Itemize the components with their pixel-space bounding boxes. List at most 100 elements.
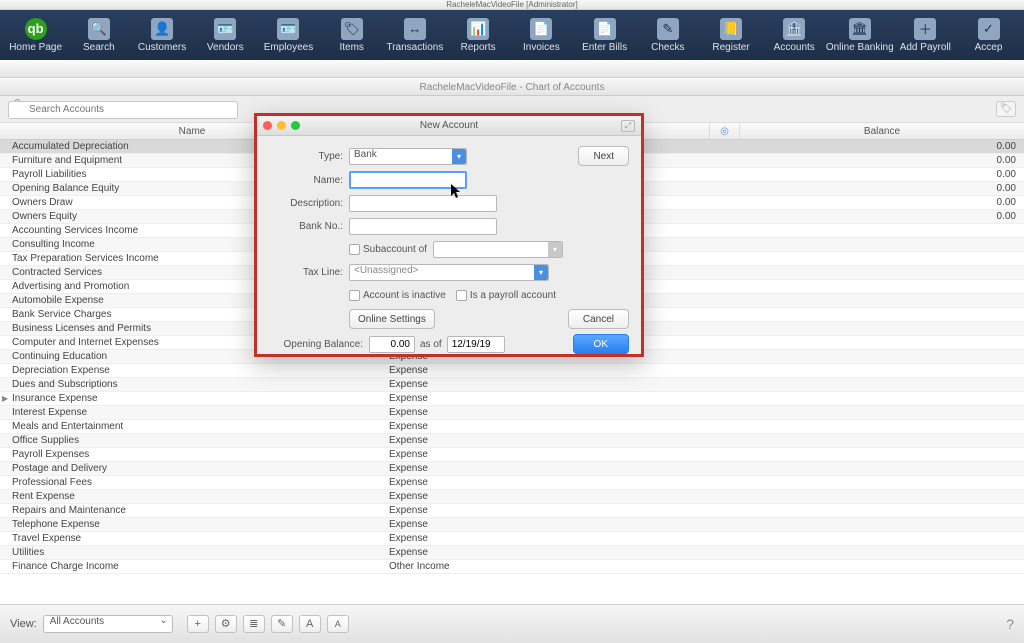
cell-type: Expense xyxy=(385,392,710,405)
cell-flag xyxy=(710,154,740,167)
cell-balance xyxy=(740,280,1024,293)
opening-balance-input[interactable] xyxy=(369,336,415,353)
toolbar-enter-bills[interactable]: 📄Enter Bills xyxy=(573,18,636,53)
table-row[interactable]: Meals and EntertainmentExpense xyxy=(0,420,1024,434)
table-row[interactable]: Professional FeesExpense xyxy=(0,476,1024,490)
col-balance-header[interactable]: Balance xyxy=(740,123,1024,139)
toolbar-reports[interactable]: 📊Reports xyxy=(447,18,510,53)
toolbar-icon: 🪪 xyxy=(277,18,299,40)
table-row[interactable]: Repairs and MaintenanceExpense xyxy=(0,504,1024,518)
cell-balance xyxy=(740,490,1024,503)
table-row[interactable]: Payroll ExpensesExpense xyxy=(0,448,1024,462)
cell-balance xyxy=(740,350,1024,363)
cell-flag xyxy=(710,196,740,209)
cell-type: Expense xyxy=(385,448,710,461)
next-button[interactable]: Next xyxy=(578,146,629,166)
toolbar-home-page[interactable]: qbHome Page xyxy=(4,18,67,53)
subaccount-select[interactable]: ▾ xyxy=(433,241,563,258)
toolbar-items[interactable]: 🏷Items xyxy=(320,18,383,53)
type-select[interactable]: Bank▾ xyxy=(349,148,467,165)
add-button[interactable]: + xyxy=(187,615,209,633)
toolbar-icon: 🪪 xyxy=(214,18,236,40)
cell-type: Other Income xyxy=(385,560,710,573)
help-icon[interactable]: ? xyxy=(1006,616,1014,632)
table-row[interactable]: Postage and DeliveryExpense xyxy=(0,462,1024,476)
table-row[interactable]: Rent ExpenseExpense xyxy=(0,490,1024,504)
view-select[interactable]: All Accounts xyxy=(43,615,173,633)
cell-type: Expense xyxy=(385,476,710,489)
toolbar-register[interactable]: 📒Register xyxy=(699,18,762,53)
toolbar-add-payroll[interactable]: ＋Add Payroll xyxy=(894,18,957,53)
list-button[interactable]: ≣ xyxy=(243,615,265,633)
table-row[interactable]: Office SuppliesExpense xyxy=(0,434,1024,448)
toolbar-employees[interactable]: 🪪Employees xyxy=(257,18,320,53)
cell-name: Office Supplies xyxy=(0,434,385,447)
cell-type: Expense xyxy=(385,434,710,447)
tag-icon[interactable]: 🏷 xyxy=(996,101,1016,117)
toolbar-label: Items xyxy=(339,42,363,53)
font-small-button[interactable]: A xyxy=(327,615,349,633)
table-row[interactable]: ▶Insurance ExpenseExpense xyxy=(0,392,1024,406)
settings-button[interactable]: ⚙ xyxy=(215,615,237,633)
cell-flag xyxy=(710,462,740,475)
cell-type: Expense xyxy=(385,420,710,433)
inactive-checkbox[interactable] xyxy=(349,290,360,301)
toolbar-icon: 👤 xyxy=(151,18,173,40)
cell-balance xyxy=(740,448,1024,461)
bankno-input[interactable] xyxy=(349,218,497,235)
table-row[interactable]: Depreciation ExpenseExpense xyxy=(0,364,1024,378)
table-row[interactable]: Finance Charge IncomeOther Income xyxy=(0,560,1024,574)
table-row[interactable]: UtilitiesExpense xyxy=(0,546,1024,560)
table-row[interactable]: Interest ExpenseExpense xyxy=(0,406,1024,420)
subaccount-checkbox[interactable] xyxy=(349,244,360,255)
cell-name: Travel Expense xyxy=(0,532,385,545)
dialog-titlebar[interactable]: New Account ⤢ xyxy=(257,116,641,136)
font-large-button[interactable]: A xyxy=(299,615,321,633)
online-settings-button[interactable]: Online Settings xyxy=(349,309,435,329)
toolbar-checks[interactable]: ✎Checks xyxy=(636,18,699,53)
cell-balance xyxy=(740,392,1024,405)
toolbar-accep[interactable]: ✓Accep xyxy=(957,18,1020,53)
cell-flag xyxy=(710,308,740,321)
toolbar-vendors[interactable]: 🪪Vendors xyxy=(194,18,257,53)
toolbar-online-banking[interactable]: 🏛 Online Banking xyxy=(826,18,894,53)
cancel-button[interactable]: Cancel xyxy=(568,309,629,329)
asof-date-input[interactable] xyxy=(447,336,505,353)
view-label: View: xyxy=(10,618,37,630)
cell-flag xyxy=(710,182,740,195)
cell-flag xyxy=(710,252,740,265)
toolbar-label: Register xyxy=(712,42,749,53)
toolbar-invoices[interactable]: 📄Invoices xyxy=(510,18,573,53)
description-label: Description: xyxy=(269,198,349,209)
table-row[interactable]: Telephone ExpenseExpense xyxy=(0,518,1024,532)
cell-balance: 0.00 xyxy=(740,140,1024,153)
toolbar-search[interactable]: 🔍Search xyxy=(67,18,130,53)
name-input[interactable] xyxy=(349,171,467,189)
ok-button[interactable]: OK xyxy=(573,334,629,354)
search-input[interactable] xyxy=(8,101,238,119)
table-row[interactable]: Dues and SubscriptionsExpense xyxy=(0,378,1024,392)
cell-type: Expense xyxy=(385,490,710,503)
cell-balance xyxy=(740,518,1024,531)
cell-type: Expense xyxy=(385,532,710,545)
cell-type: Expense xyxy=(385,406,710,419)
edit-button[interactable]: ✎ xyxy=(271,615,293,633)
payroll-checkbox[interactable] xyxy=(456,290,467,301)
toolbar-transactions[interactable]: ↔Transactions xyxy=(383,18,446,53)
cell-balance xyxy=(740,532,1024,545)
table-row[interactable]: Travel ExpenseExpense xyxy=(0,532,1024,546)
toolbar-label: Online Banking xyxy=(826,42,894,53)
toolbar-customers[interactable]: 👤Customers xyxy=(130,18,193,53)
cell-balance xyxy=(740,238,1024,251)
toolbar-icon: 🏛 xyxy=(849,18,871,40)
cell-name: Telephone Expense xyxy=(0,518,385,531)
inactive-label: Account is inactive xyxy=(363,290,446,301)
cell-flag xyxy=(710,532,740,545)
toolbar-accounts[interactable]: 🏦Accounts xyxy=(763,18,826,53)
chevron-down-icon: ▾ xyxy=(548,242,562,257)
description-input[interactable] xyxy=(349,195,497,212)
cell-flag xyxy=(710,378,740,391)
taxline-select[interactable]: <Unassigned>▾ xyxy=(349,264,549,281)
col-flag-header[interactable]: ◎ xyxy=(710,123,740,139)
cell-flag xyxy=(710,322,740,335)
